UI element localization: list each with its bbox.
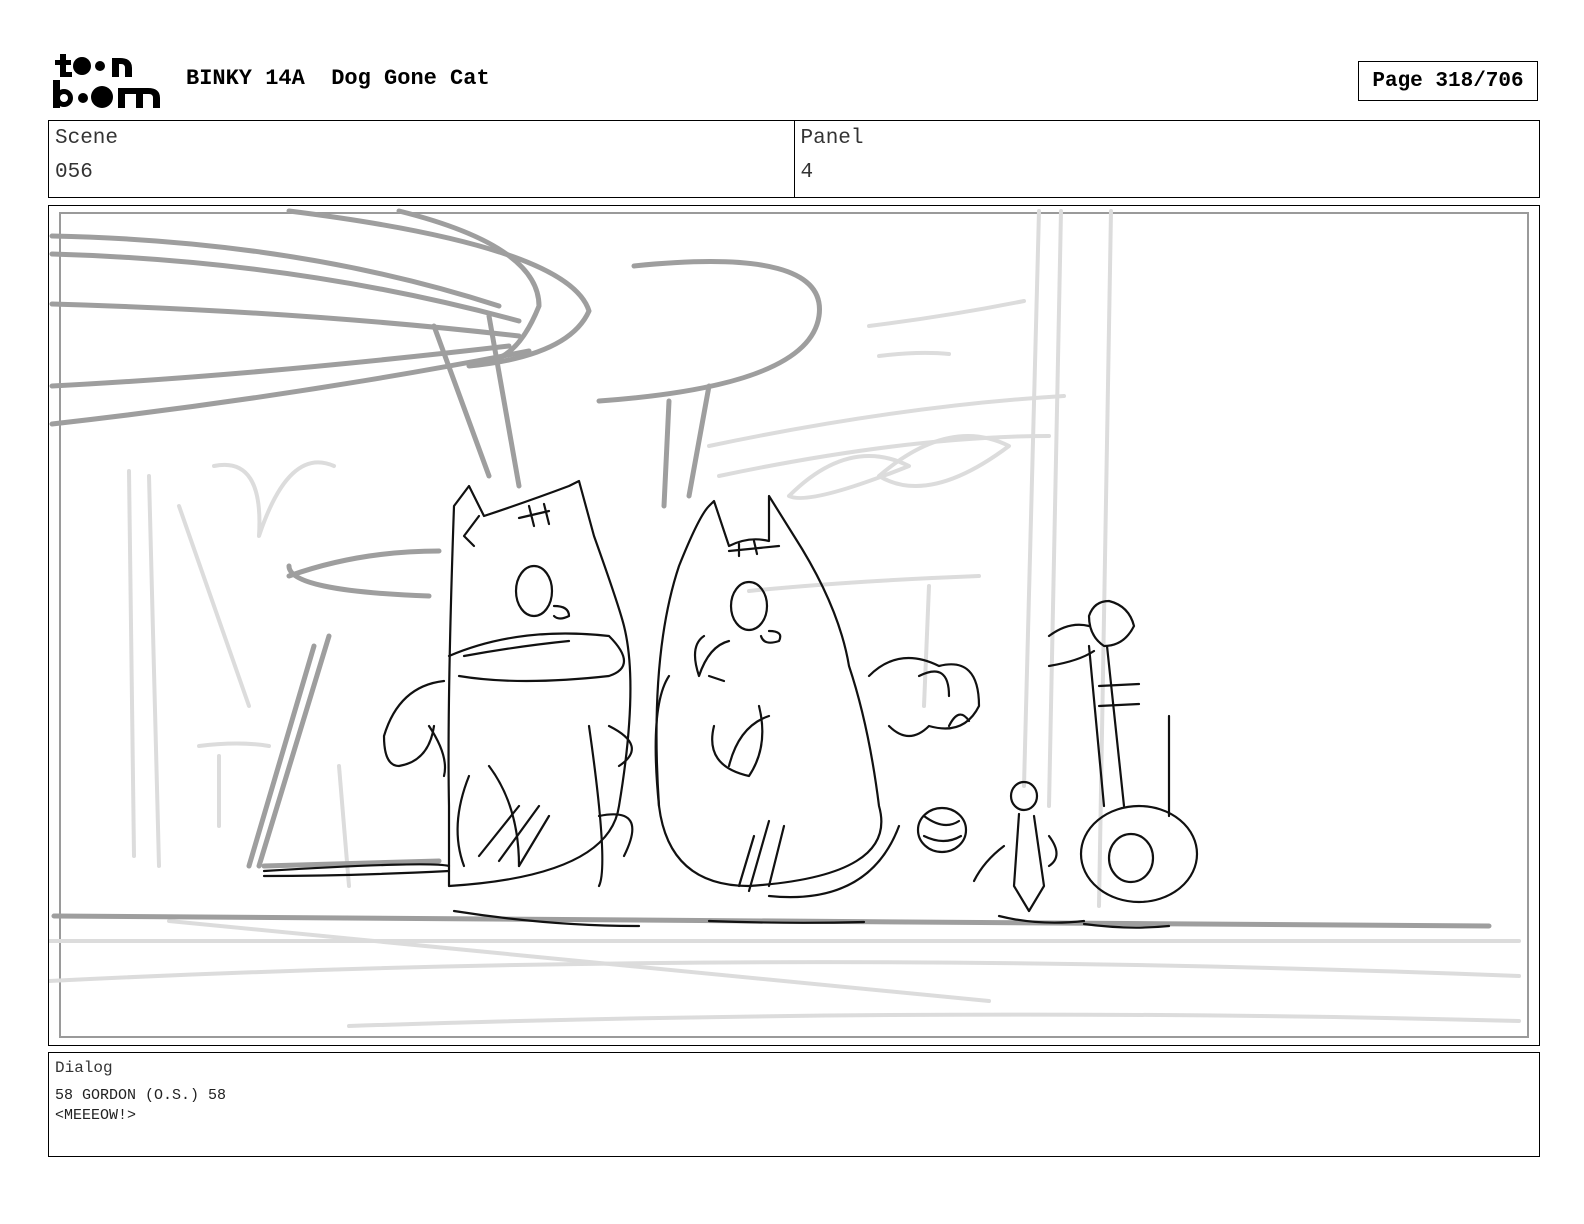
scene-cell: Scene 056 [49, 121, 794, 197]
panel-label: Panel [800, 127, 864, 150]
episode-title: Dog Gone Cat [331, 66, 490, 91]
dialog-box: Dialog 58 GORDON (O.S.) 58 <MEEEOW!> [48, 1052, 1540, 1157]
show-code: BINKY 14A [186, 66, 305, 91]
dialog-speaker-line: 58 GORDON (O.S.) 58 [55, 1087, 227, 1104]
background-set-lines [49, 209, 1521, 1028]
page-counter: Page 318/706 [1358, 61, 1538, 101]
storyboard-sketch [49, 208, 1521, 1028]
panel-cell: Panel 4 [793, 121, 1540, 197]
scene-label: Scene [55, 127, 119, 150]
panel-number: 4 [800, 161, 814, 184]
board-title: BINKY 14A Dog Gone Cat [186, 66, 490, 91]
dialog-text-line: <MEEEOW!> [55, 1107, 137, 1124]
dialog-label: Dialog [55, 1059, 113, 1077]
storyboard-panel [48, 205, 1540, 1046]
scene-panel-info: Scene 056 Panel 4 [48, 120, 1540, 198]
midground-set-lines [49, 208, 1492, 929]
scene-number: 056 [55, 161, 93, 184]
toon-boom-logo [53, 54, 160, 108]
